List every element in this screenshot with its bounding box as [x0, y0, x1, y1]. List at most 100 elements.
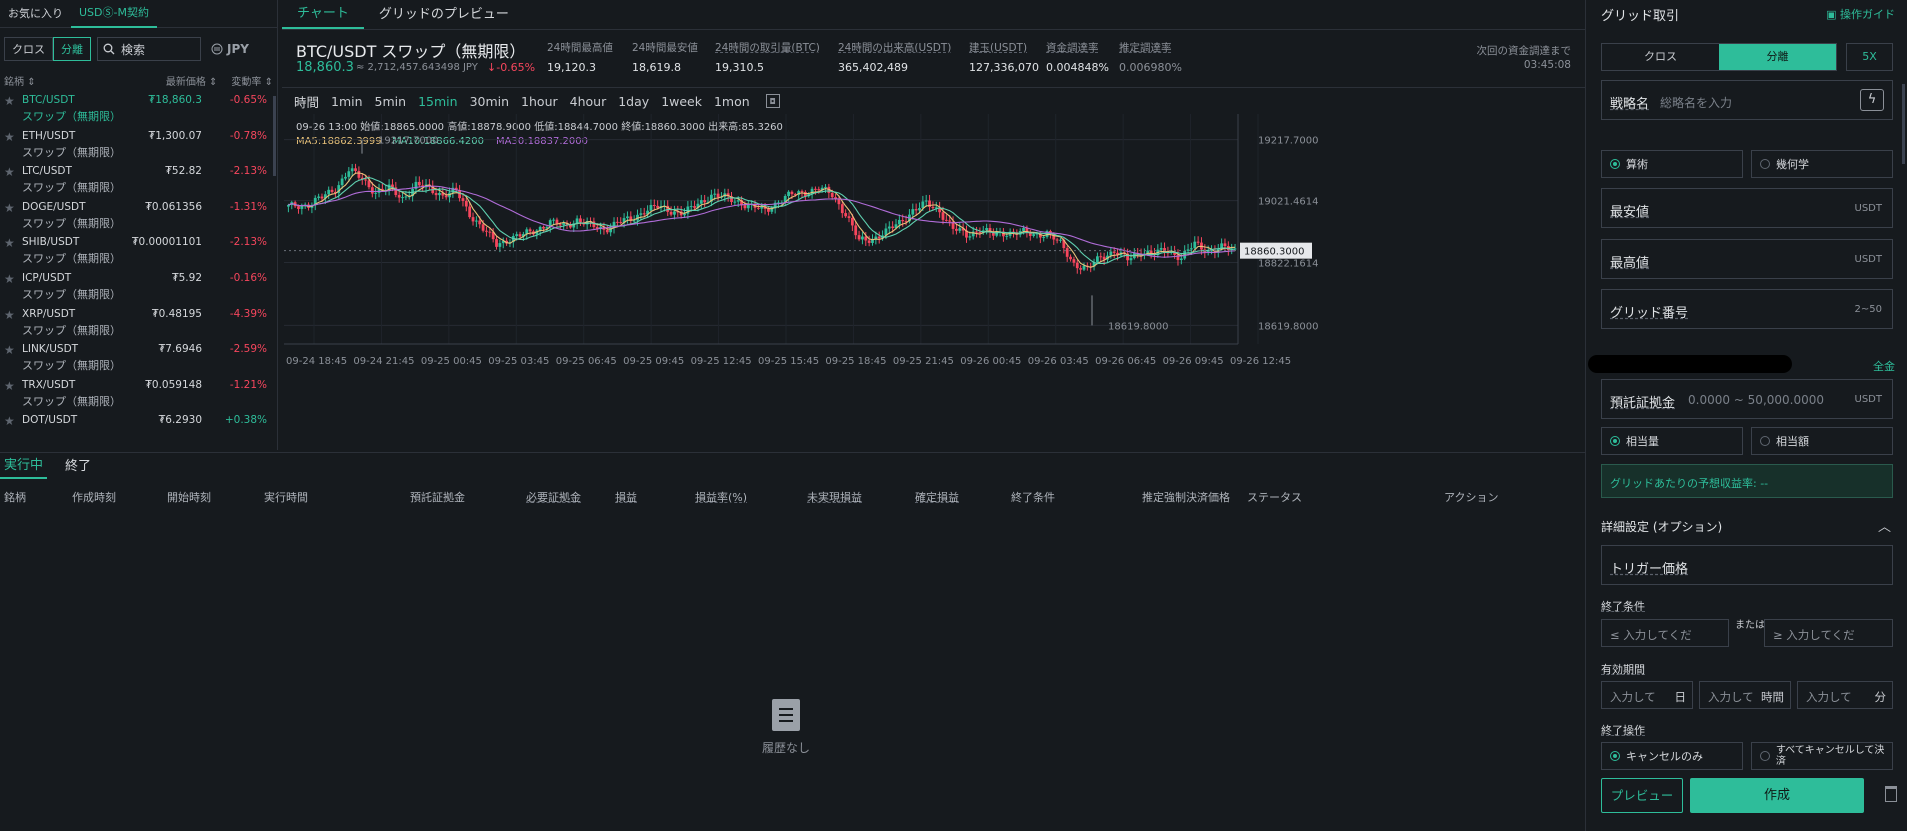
tab-favorites[interactable]: お気に入り	[0, 0, 71, 28]
guide-link[interactable]: ▣ 操作ガイド	[1826, 6, 1895, 22]
col-deposit: 預託証拠金	[410, 491, 465, 504]
header-price[interactable]: 最新価格 ⇕	[138, 73, 218, 88]
end-high-input[interactable]: ≥ 入力してくだ	[1764, 619, 1893, 647]
tf-1min[interactable]: 1min	[325, 94, 369, 109]
candle	[887, 226, 891, 229]
market-row[interactable]: ★ ETH/USDT スワップ（無期限） ₮1,300.07 -0.78%	[0, 126, 277, 162]
candle	[978, 232, 982, 234]
create-button[interactable]: 作成	[1690, 778, 1864, 813]
candle	[1059, 239, 1062, 241]
market-row[interactable]: ★ LINK/USDT スワップ（無期限） ₮7.6946 -2.59%	[0, 339, 277, 375]
tf-1hour[interactable]: 1hour	[515, 94, 564, 109]
candle	[716, 193, 720, 198]
candlestick-chart[interactable]: 09-26 13:00 始値:18865.0000 高値:18878.9000 …	[282, 114, 1585, 450]
star-icon[interactable]: ★	[4, 379, 15, 393]
tf-4hour[interactable]: 4hour	[564, 94, 613, 109]
candle	[958, 228, 962, 231]
star-icon[interactable]: ★	[4, 414, 15, 428]
candle	[857, 235, 861, 240]
market-price: ₮5.92	[171, 271, 202, 284]
end-action-cancel-only[interactable]: キャンセルのみ	[1601, 742, 1743, 770]
grid-type-geometric[interactable]: 幾何学	[1751, 150, 1893, 178]
tf-1week[interactable]: 1week	[655, 94, 708, 109]
candle	[444, 195, 448, 198]
header-change[interactable]: 変動率 ⇕	[217, 73, 273, 88]
stat-label: 24時間の出来高(USDT)	[838, 42, 952, 54]
tf-15min[interactable]: 15min	[412, 94, 463, 109]
star-icon[interactable]: ★	[4, 272, 15, 286]
margin-field[interactable]: 預託証拠金 0.0000 ~ 50,000.0000 USDT	[1601, 379, 1893, 419]
x-tick-label: 09-26 09:45	[1163, 356, 1224, 367]
candle	[817, 189, 821, 191]
panel-scrollbar[interactable]	[1902, 84, 1905, 164]
validity-hours-input[interactable]: 入力して 時間	[1699, 681, 1791, 709]
market-row[interactable]: ★ BTC/USDT スワップ（無期限） ₮18,860.3 -0.65%	[0, 90, 277, 126]
chevron-up-icon[interactable]: ︿	[1878, 516, 1891, 535]
candle	[693, 206, 696, 208]
star-icon[interactable]: ★	[4, 308, 15, 322]
market-row[interactable]: ★ SHIB/USDT スワップ（無期限） ₮0.00001101 -2.13%	[0, 232, 277, 268]
market-row[interactable]: ★ LTC/USDT スワップ（無期限） ₮52.82 -2.13%	[0, 161, 277, 197]
candle	[330, 189, 334, 192]
advanced-settings-label[interactable]: 詳細設定 (オプション)	[1601, 518, 1722, 535]
tf-time[interactable]: 時間	[288, 92, 325, 111]
tf-30min[interactable]: 30min	[464, 94, 515, 109]
leverage-button[interactable]: 5X	[1846, 43, 1893, 71]
grid-type-arithmetic[interactable]: 算術	[1601, 150, 1743, 178]
trash-icon[interactable]	[1885, 786, 1897, 802]
tab-chart[interactable]: チャート	[282, 1, 364, 29]
star-icon[interactable]: ★	[4, 201, 15, 215]
stat-value: 365,402,489	[838, 61, 908, 74]
amount-type-value[interactable]: 相当額	[1751, 427, 1893, 455]
star-icon[interactable]: ★	[4, 343, 15, 357]
currency-toggle[interactable]: JPY	[211, 42, 249, 56]
market-row[interactable]: ★ XRP/USDT スワップ（無期限） ₮0.48195 -4.39%	[0, 304, 277, 340]
tf-1mon[interactable]: 1mon	[708, 94, 756, 109]
end-low-input[interactable]: ≤ 入力してくだ	[1601, 619, 1729, 647]
market-filter-bar: クロス 分離 検索 JPY	[0, 28, 277, 70]
grid-type-selector: 算術 幾何学	[1601, 150, 1893, 178]
all-link[interactable]: 全金	[1873, 358, 1895, 374]
lightning-icon[interactable]: ϟ	[1860, 89, 1884, 111]
validity-minutes-input[interactable]: 入力して 分	[1797, 681, 1893, 709]
market-row[interactable]: ★ TRX/USDT スワップ（無期限） ₮0.059148 -1.21%	[0, 375, 277, 411]
trigger-price-field[interactable]: トリガー価格	[1601, 545, 1893, 585]
tf-1day[interactable]: 1day	[612, 94, 655, 109]
tab-running[interactable]: 実行中	[0, 455, 48, 479]
min-price-field[interactable]: 最安値 USDT	[1601, 188, 1893, 228]
candle	[944, 219, 948, 221]
screenshot-icon[interactable]: ◘	[765, 94, 780, 108]
max-price-field[interactable]: 最高値 USDT	[1601, 239, 1893, 279]
market-search-input[interactable]: 検索	[97, 37, 201, 61]
candle	[562, 222, 566, 225]
preview-button[interactable]: プレビュー	[1601, 778, 1683, 813]
strategy-name-field[interactable]: 戦略名 総略名を入力 ϟ	[1601, 80, 1893, 120]
star-icon[interactable]: ★	[4, 236, 15, 250]
market-tabs: お気に入り USDⓈ-M契約	[0, 0, 277, 28]
guide-label: 操作ガイド	[1840, 8, 1895, 21]
mode-cross[interactable]: クロス	[1602, 44, 1719, 70]
market-row[interactable]: ★ DOT/USDT ₮6.2930 +0.38%	[0, 410, 277, 446]
tab-finished[interactable]: 終了	[61, 455, 95, 479]
tab-usdm-contract[interactable]: USDⓈ-M契約	[71, 0, 157, 28]
tf-5min[interactable]: 5min	[369, 94, 413, 109]
market-row[interactable]: ★ ICP/USDT スワップ（無期限） ₮5.92 -0.16%	[0, 268, 277, 304]
star-icon[interactable]: ★	[4, 94, 15, 108]
filter-cross[interactable]: クロス	[4, 37, 53, 61]
tab-grid-preview[interactable]: グリッドのプレビュー	[364, 1, 524, 29]
star-icon[interactable]: ★	[4, 165, 15, 179]
candle	[861, 236, 864, 240]
amount-type-quantity[interactable]: 相当量	[1601, 427, 1743, 455]
end-action-cancel-and-close[interactable]: すべてキャンセルして決済	[1751, 742, 1893, 770]
x-tick-label: 09-26 12:45	[1230, 356, 1291, 367]
filter-isolated[interactable]: 分離	[53, 37, 91, 61]
market-row[interactable]: ★ DOGE/USDT スワップ（無期限） ₮0.061356 -1.31%	[0, 197, 277, 233]
market-list-scrollbar[interactable]	[273, 96, 276, 176]
validity-days-input[interactable]: 入力して 日	[1601, 681, 1693, 709]
header-symbol[interactable]: 銘柄 ⇕	[4, 73, 138, 88]
mode-isolated[interactable]: 分離	[1719, 44, 1836, 70]
next-funding-time: 03:45:08	[1523, 59, 1571, 71]
grid-count-field[interactable]: グリッド番号 2~50	[1601, 289, 1893, 329]
candle	[713, 193, 717, 195]
star-icon[interactable]: ★	[4, 130, 15, 144]
